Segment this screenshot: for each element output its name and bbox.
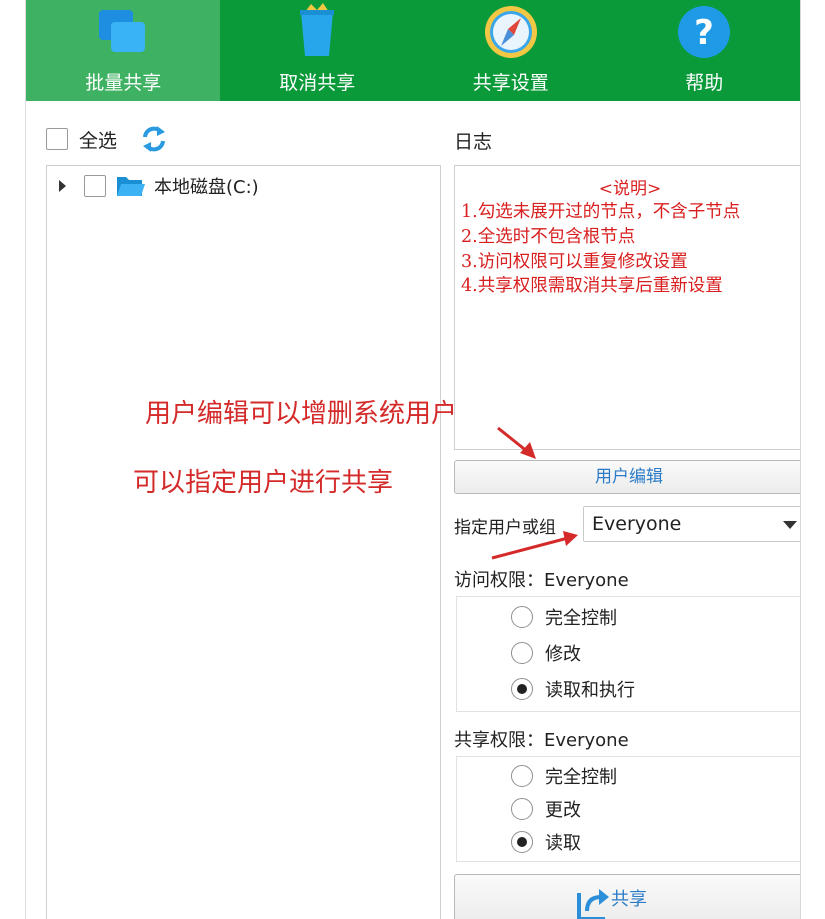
refresh-icon[interactable] <box>141 124 167 154</box>
radio-label: 更改 <box>545 800 581 821</box>
toolbar-label: 批量共享 <box>85 72 162 94</box>
svg-text:?: ? <box>694 13 714 53</box>
toolbar-cancel-share[interactable]: 取消共享 <box>220 0 414 101</box>
log-line: 4.共享权限需取消共享后重新设置 <box>461 276 723 296</box>
log-title: 日志 <box>454 131 493 153</box>
share-button[interactable]: 共享 <box>454 874 801 919</box>
tree-node-checkbox[interactable] <box>84 175 106 197</box>
radio-label: 读取和执行 <box>545 680 635 701</box>
log-line: 1.勾选未展开过的节点，不含子节点 <box>461 202 741 222</box>
log-line: 2.全选时不包含根节点 <box>461 227 636 247</box>
log-line: 3.访问权限可以重复修改设置 <box>461 252 688 272</box>
toolbar-help[interactable]: ? 帮助 <box>607 0 801 101</box>
radio-button-selected[interactable] <box>511 678 533 700</box>
folder-open-icon <box>117 177 145 196</box>
toolbar-batch-share[interactable]: 批量共享 <box>26 0 221 101</box>
help-icon: ? <box>678 6 731 58</box>
share-permission-group: 完全控制 更改 读取 <box>456 756 801 862</box>
radio-label: 修改 <box>545 644 581 665</box>
share-arrow-icon <box>577 889 609 919</box>
access-option-read-execute[interactable]: 读取和执行 <box>511 674 635 704</box>
user-edit-button[interactable]: 用户编辑 <box>454 460 801 494</box>
share-option-read[interactable]: 读取 <box>511 827 581 857</box>
radio-button[interactable] <box>511 798 533 820</box>
radio-label: 读取 <box>545 833 581 854</box>
radio-button[interactable] <box>511 765 533 787</box>
toolbar: 批量共享 取消共享 共享设置 ? 帮助 <box>26 0 801 101</box>
radio-button[interactable] <box>511 606 533 628</box>
select-all-checkbox[interactable] <box>46 128 68 150</box>
chevron-down-icon <box>783 521 797 529</box>
user-group-value: Everyone <box>592 513 682 535</box>
radio-label: 完全控制 <box>545 767 617 788</box>
compass-icon <box>484 6 537 58</box>
user-group-select[interactable]: Everyone <box>583 506 801 542</box>
log-header: <说明> <box>598 179 662 199</box>
toolbar-label: 取消共享 <box>279 72 356 94</box>
toolbar-label: 帮助 <box>685 72 724 94</box>
share-button-label: 共享 <box>611 889 647 910</box>
access-permission-group: 完全控制 修改 读取和执行 <box>456 596 801 712</box>
access-permission-title: 访问权限：Everyone <box>454 570 629 591</box>
access-option-modify[interactable]: 修改 <box>511 638 581 668</box>
tree-node-label: 本地磁盘(C:) <box>154 177 259 198</box>
expand-arrow-icon[interactable] <box>59 180 66 192</box>
window-edge <box>800 0 801 919</box>
toolbar-label: 共享设置 <box>472 72 549 94</box>
select-all-row: 全选 <box>46 124 167 154</box>
tree-node[interactable]: 本地磁盘(C:) <box>59 172 259 200</box>
trash-icon <box>300 3 335 56</box>
user-group-label: 指定用户或组 <box>454 518 556 538</box>
share-option-change[interactable]: 更改 <box>511 794 581 824</box>
toolbar-share-settings[interactable]: 共享设置 <box>414 0 608 101</box>
app-window: 批量共享 取消共享 共享设置 ? 帮助 全选 本地磁盘(C:) 日志 <说明> … <box>25 0 801 919</box>
log-box[interactable]: <说明> 1.勾选未展开过的节点，不含子节点 2.全选时不包含根节点 3.访问权… <box>454 165 801 450</box>
folder-tree[interactable]: 本地磁盘(C:) <box>46 165 441 919</box>
radio-button-selected[interactable] <box>511 831 533 853</box>
annotation-user-edit: 用户编辑可以增删系统用户 <box>145 399 458 429</box>
batch-share-icon <box>99 10 146 52</box>
access-option-full-control[interactable]: 完全控制 <box>511 602 617 632</box>
radio-button[interactable] <box>511 642 533 664</box>
annotation-specify-user: 可以指定用户进行共享 <box>133 468 394 498</box>
select-all-label: 全选 <box>79 129 118 152</box>
radio-label: 完全控制 <box>545 608 617 629</box>
share-permission-title: 共享权限：Everyone <box>454 730 629 751</box>
share-option-full-control[interactable]: 完全控制 <box>511 761 617 791</box>
